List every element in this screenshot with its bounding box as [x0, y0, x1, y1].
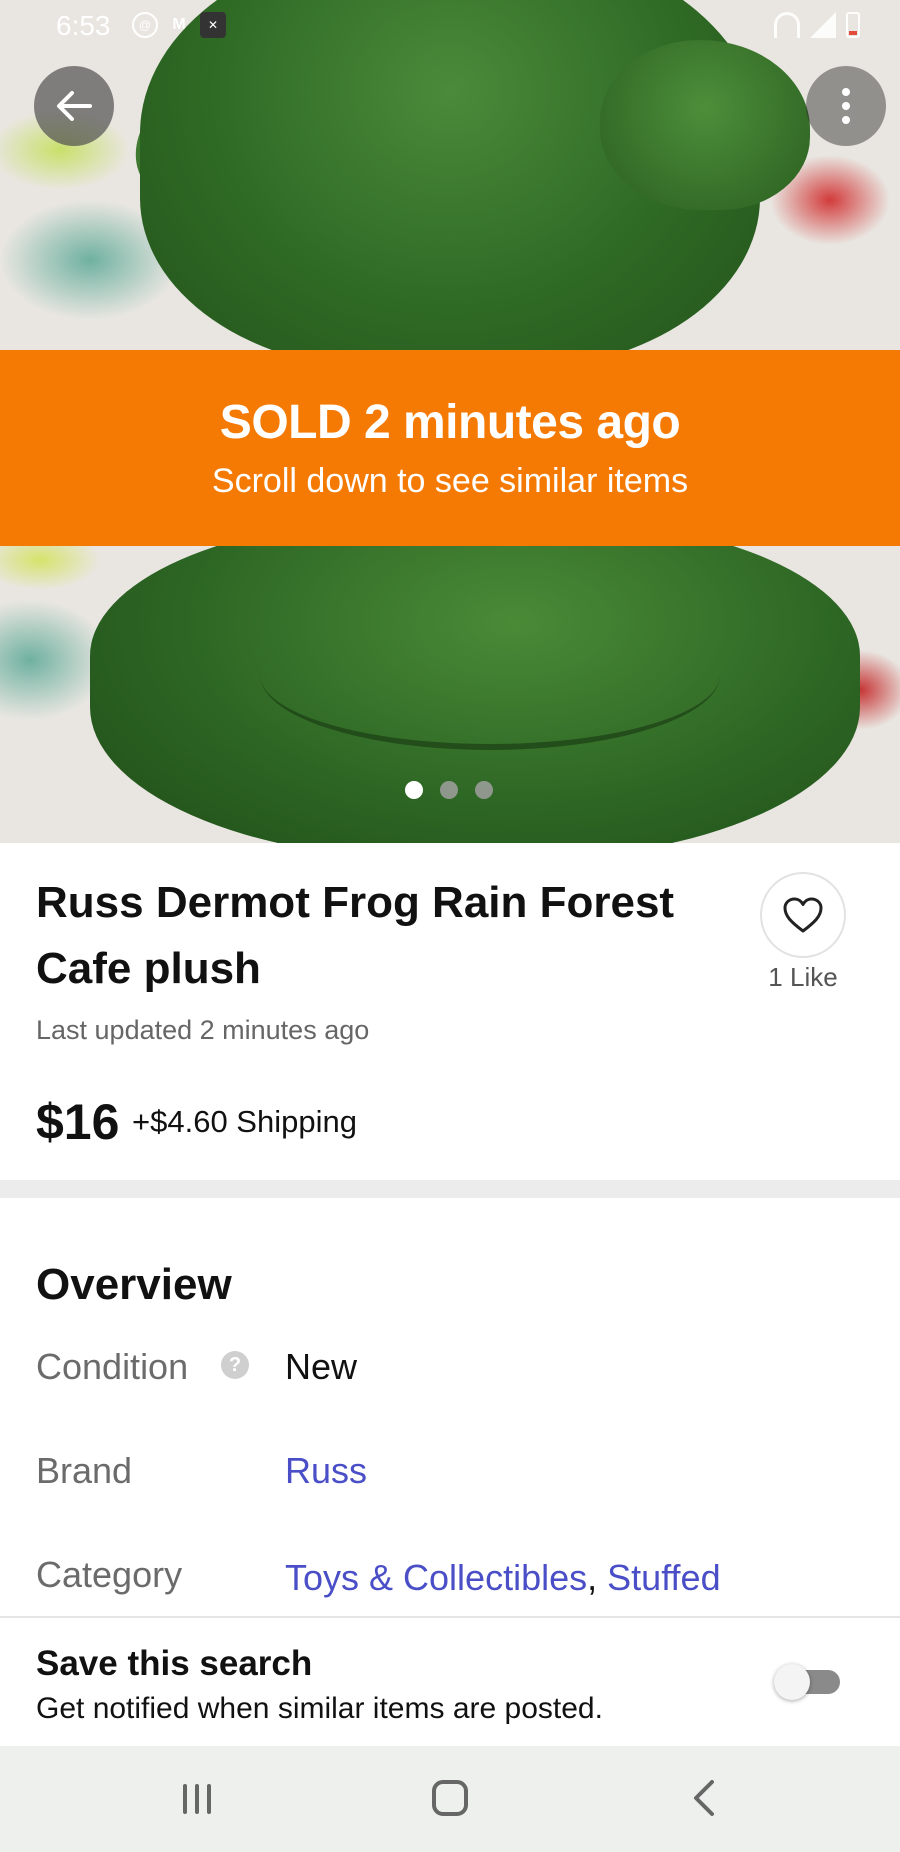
save-search-title: Save this search: [36, 1644, 313, 1683]
condition-value: New: [285, 1346, 358, 1387]
sold-banner-subtitle: Scroll down to see similar items: [211, 462, 689, 500]
status-bar: 6:53 @ M ✕: [0, 0, 900, 54]
sold-banner-title: SOLD 2 minutes ago: [219, 396, 681, 449]
carousel-dot[interactable]: [475, 781, 493, 799]
notification-icons: @ M ✕: [132, 12, 226, 38]
more-options-button[interactable]: [806, 66, 886, 146]
toggle-thumb: [774, 1664, 810, 1700]
listing-title: Russ Dermot Frog Rain Forest Cafe plush: [36, 878, 675, 993]
x-icon: ✕: [200, 12, 226, 38]
brand-label: Brand: [36, 1450, 133, 1491]
home-button[interactable]: [432, 1780, 468, 1816]
like-count: 1 Like: [768, 962, 838, 992]
brand-link[interactable]: Russ: [285, 1450, 367, 1492]
arrow-left-icon: [57, 91, 92, 121]
carousel-indicator: [405, 781, 493, 799]
help-icon[interactable]: ?: [221, 1351, 249, 1379]
nav-back-button[interactable]: [688, 1778, 720, 1818]
battery-icon: [846, 12, 860, 38]
signal-icon: [810, 12, 836, 38]
last-updated: Last updated 2 minutes ago: [36, 1015, 370, 1045]
sold-banner: SOLD 2 minutes ago Scroll down to see si…: [0, 350, 900, 546]
recents-button[interactable]: [183, 1784, 217, 1814]
heart-icon: [783, 897, 823, 933]
back-button[interactable]: [34, 66, 114, 146]
like-button[interactable]: [760, 872, 846, 958]
category-separator: ,: [587, 1557, 598, 1598]
save-search-toggle[interactable]: [774, 1664, 840, 1700]
status-time: 6:53: [56, 10, 111, 41]
recents-icon-bar: [195, 1784, 199, 1814]
section-divider: [0, 1180, 900, 1198]
wifi-icon: [774, 12, 800, 38]
category-value: Toys & Collectibles, Stuffed: [285, 1552, 885, 1618]
overview-heading: Overview: [36, 1260, 232, 1309]
gmail-icon: M: [172, 16, 186, 33]
carousel-dot[interactable]: [405, 781, 423, 799]
category-link-stuffed[interactable]: Stuffed: [607, 1557, 720, 1598]
category-label: Category: [36, 1554, 183, 1595]
recents-icon-bar: [183, 1784, 187, 1814]
carousel-dot[interactable]: [440, 781, 458, 799]
save-search-panel: Save this search Get notified when simil…: [0, 1616, 900, 1746]
system-nav-bar: [0, 1746, 900, 1852]
condition-label: Condition: [36, 1346, 189, 1387]
system-icons: [774, 12, 860, 38]
more-vertical-icon: [842, 88, 850, 124]
shipping-cost: +$4.60 Shipping: [132, 1104, 357, 1139]
category-link-toys[interactable]: Toys & Collectibles: [285, 1557, 587, 1598]
save-search-subtitle: Get notified when similar items are post…: [36, 1692, 603, 1725]
price: $16: [36, 1094, 120, 1150]
at-sign-icon: @: [132, 12, 158, 38]
frog-mouth: [260, 600, 720, 750]
frog-leg-right: [600, 40, 810, 210]
recents-icon-bar: [207, 1784, 211, 1814]
